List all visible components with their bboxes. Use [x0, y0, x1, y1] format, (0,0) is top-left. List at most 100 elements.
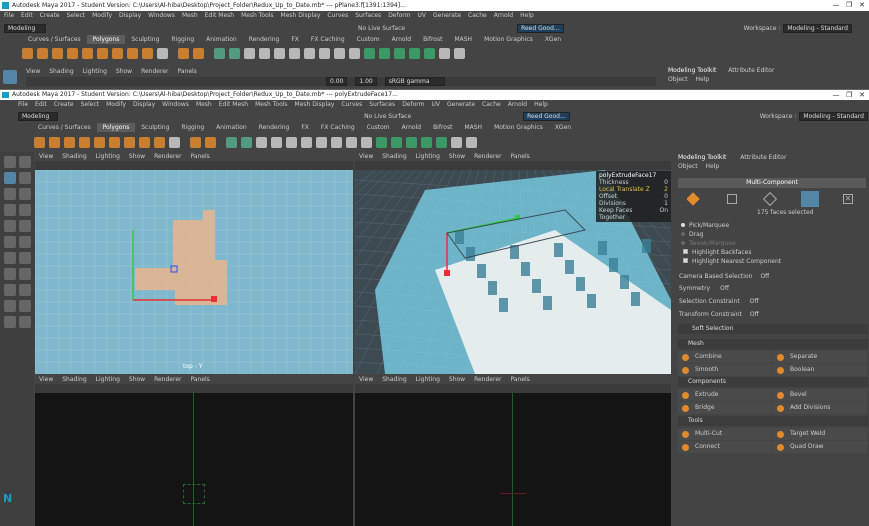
menu-windows[interactable]: Windows: [162, 101, 189, 108]
menu-mesh-display[interactable]: Mesh Display: [295, 101, 335, 108]
shelf-tool-icon[interactable]: [454, 47, 465, 59]
shelf-tool-icon[interactable]: [439, 47, 450, 59]
shelf-tool-icon[interactable]: [391, 136, 402, 148]
shelf-tool-icon[interactable]: [94, 136, 105, 148]
shelf-tool-icon[interactable]: [229, 47, 240, 59]
shelf-tool-icon[interactable]: [139, 136, 150, 148]
shelf-tool-icon[interactable]: [466, 136, 477, 148]
shelf-tool-icon[interactable]: [316, 136, 327, 148]
toolbox-tool-icon[interactable]: [4, 316, 16, 328]
toolbox-tool-icon[interactable]: [19, 204, 31, 216]
back-help-menu[interactable]: Help: [695, 76, 709, 83]
shelf-tab-animation[interactable]: Animation: [200, 35, 243, 44]
front-user-dropdown[interactable]: Reed Good...: [523, 111, 570, 121]
shelf-tool-icon[interactable]: [286, 136, 297, 148]
shelf-tool-icon[interactable]: [64, 136, 75, 148]
channel-value[interactable]: On: [659, 207, 668, 221]
menu-deform[interactable]: Deform: [402, 101, 424, 108]
vp-menu-show[interactable]: Show: [449, 376, 465, 383]
shelf-tool-icon[interactable]: [301, 136, 312, 148]
toolkit-extrude-button[interactable]: Extrude: [678, 389, 772, 401]
face-mode-icon[interactable]: [801, 191, 819, 207]
shelf-tool-icon[interactable]: [331, 136, 342, 148]
toolbox-tool-icon[interactable]: [4, 300, 16, 312]
selection-constraint-value[interactable]: Off: [750, 298, 759, 305]
viewport-bottom-right[interactable]: View Shading Lighting Show Renderer Panels: [355, 376, 671, 526]
shelf-tool-icon[interactable]: [364, 47, 375, 59]
vp-menu-panels[interactable]: Panels: [510, 153, 529, 160]
shelf-tool-icon[interactable]: [259, 47, 270, 59]
back-select-tool-icon[interactable]: [3, 70, 17, 84]
toolbox-tool-icon[interactable]: [19, 236, 31, 248]
menu-edit[interactable]: Edit: [35, 101, 47, 108]
channel-row[interactable]: Thickness 0: [599, 179, 668, 186]
shelf-tool-icon[interactable]: [379, 47, 390, 59]
shelf-tab-rendering[interactable]: Rendering: [243, 35, 286, 44]
toolbox-tool-icon[interactable]: [19, 252, 31, 264]
channel-value[interactable]: 0: [664, 179, 668, 186]
shelf-tab-sculpting[interactable]: Sculpting: [135, 123, 175, 132]
back-user-dropdown[interactable]: Reed Good...: [517, 23, 564, 33]
vp-menu-panels[interactable]: Panels: [190, 376, 209, 383]
back-menu-cache[interactable]: Cache: [468, 12, 487, 19]
shelf-tab-bifrost[interactable]: Bifrost: [427, 123, 458, 132]
back-menu-modify[interactable]: Modify: [92, 12, 112, 19]
back-object-menu[interactable]: Object: [668, 76, 688, 83]
viewport-top-left[interactable]: View Shading Lighting Show Renderer Panels to…: [35, 153, 353, 374]
back-menu-curves[interactable]: Curves: [327, 12, 348, 19]
camera-based-value[interactable]: Off: [760, 273, 769, 280]
back-vp-menu-lighting[interactable]: Lighting: [83, 68, 107, 75]
back-vp-menu-renderer[interactable]: Renderer: [141, 68, 168, 75]
shelf-tab-curves-surfaces[interactable]: Curves / Surfaces: [22, 35, 87, 44]
shelf-tab-rigging[interactable]: Rigging: [175, 123, 210, 132]
shelf-tool-icon[interactable]: [52, 47, 63, 59]
toolkit-object-menu[interactable]: Object: [678, 163, 698, 170]
tools-section-header[interactable]: Tools: [678, 416, 868, 426]
pick-option[interactable]: Pick/Marquee: [681, 222, 736, 231]
toolbox-tool-icon[interactable]: [19, 284, 31, 296]
menu-display[interactable]: Display: [133, 101, 155, 108]
toolkit-bridge-button[interactable]: Bridge: [678, 402, 772, 414]
shelf-tool-icon[interactable]: [376, 136, 387, 148]
shelf-tool-icon[interactable]: [34, 136, 45, 148]
shelf-tool-icon[interactable]: [361, 136, 372, 148]
menu-uv[interactable]: UV: [432, 101, 441, 108]
shelf-tab-fx-caching[interactable]: FX Caching: [315, 123, 361, 132]
toolkit-connect-button[interactable]: Connect: [678, 441, 772, 453]
toolbox-tool-icon[interactable]: [4, 172, 16, 184]
back-color-space[interactable]: sRGB gamma: [384, 77, 445, 86]
toolkit-target-weld-button[interactable]: Target Weld: [773, 428, 867, 440]
back-menu-mesh[interactable]: Mesh: [182, 12, 198, 19]
pick-option[interactable]: Tweak/Marquee: [681, 240, 736, 249]
toolkit-separate-button[interactable]: Separate: [773, 351, 867, 363]
toolbox-tool-icon[interactable]: [4, 236, 16, 248]
back-window-controls[interactable]: — ❐ ✕: [833, 0, 866, 11]
shelf-tab-curves-surfaces[interactable]: Curves / Surfaces: [32, 123, 97, 132]
vp-menu-panels[interactable]: Panels: [190, 153, 209, 160]
toolbox-tool-icon[interactable]: [19, 172, 31, 184]
shelf-tool-icon[interactable]: [157, 47, 168, 59]
shelf-tab-rendering[interactable]: Rendering: [253, 123, 296, 132]
shelf-tab-fx[interactable]: FX: [285, 35, 305, 44]
vp-menu-show[interactable]: Show: [129, 153, 145, 160]
soft-selection-header[interactable]: Soft Selection: [678, 324, 868, 334]
shelf-tool-icon[interactable]: [349, 47, 360, 59]
shelf-tab-polygons[interactable]: Polygons: [86, 35, 126, 44]
shelf-tool-icon[interactable]: [256, 136, 267, 148]
shelf-tool-icon[interactable]: [49, 136, 60, 148]
shelf-tab-polygons[interactable]: Polygons: [96, 123, 136, 132]
vp-menu-renderer[interactable]: Renderer: [154, 376, 181, 383]
uv-mode-icon[interactable]: ✕: [843, 194, 853, 204]
vp-menu-view[interactable]: View: [39, 376, 53, 383]
shelf-tool-icon[interactable]: [22, 47, 33, 59]
toolbox-tool-icon[interactable]: [19, 300, 31, 312]
menu-select[interactable]: Select: [81, 101, 100, 108]
toolbox-tool-icon[interactable]: [4, 188, 16, 200]
shelf-tab-arnold[interactable]: Arnold: [396, 123, 427, 132]
shelf-tool-icon[interactable]: [205, 136, 216, 148]
back-menu-generate[interactable]: Generate: [433, 12, 461, 19]
viewport-bottom-left[interactable]: View Shading Lighting Show Renderer Panels: [35, 376, 353, 526]
toolkit-multi-cut-button[interactable]: Multi-Cut: [678, 428, 772, 440]
back-menu-select[interactable]: Select: [67, 12, 86, 19]
shelf-tool-icon[interactable]: [79, 136, 90, 148]
